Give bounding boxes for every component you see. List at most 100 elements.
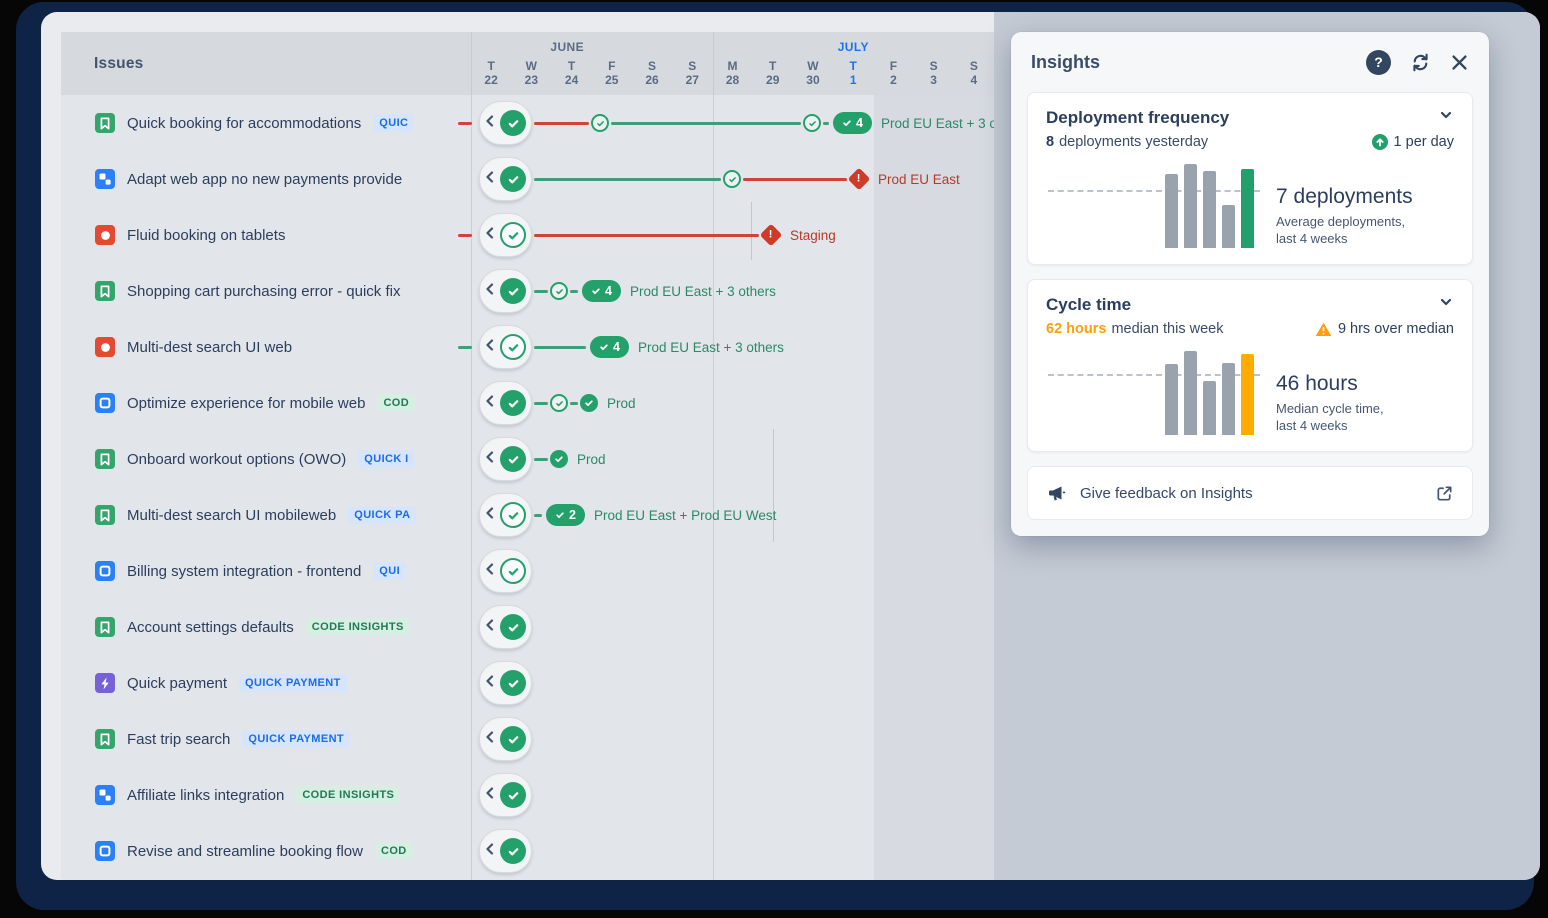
deployment-count-badge[interactable]: 4 [833,112,872,134]
card-title: Cycle time [1046,295,1438,315]
day-column: S26 [632,60,672,95]
issue-row[interactable]: Shopping cart purchasing error - quick f… [61,263,994,319]
issue-row[interactable]: Multi-dest search UI web 4Prod EU East +… [61,319,994,375]
check-circle-icon [500,838,526,864]
deployment-count-badge[interactable]: 2 [546,504,585,526]
check-circle-icon [500,670,526,696]
chart-bar [1203,171,1216,248]
issue-row[interactable]: Account settings defaults CODE INSIGHTS [61,599,994,655]
issue-row[interactable]: Onboard workout options (OWO) QUICK I Pr… [61,431,994,487]
issue-row[interactable]: Affiliate links integration CODE INSIGHT… [61,767,994,823]
issue-title: Affiliate links integration [127,787,284,804]
check-circle-icon [500,782,526,808]
warning-icon [1315,322,1332,337]
expand-pill-button[interactable] [479,549,532,593]
issue-row[interactable]: Adapt web app no new payments provide !P… [61,151,994,207]
failed-deployment-icon[interactable]: ! [848,168,871,191]
external-link-icon [1435,484,1454,503]
chevron-left-icon [485,674,494,692]
expand-pill-button[interactable] [479,101,532,145]
bar-segment [534,514,542,517]
chevron-down-icon[interactable] [1438,294,1454,315]
check-circle-icon [500,222,526,248]
issue-label-badge: CODE INSIGHTS [306,618,410,636]
mini-bar-chart [1046,351,1262,435]
help-icon[interactable]: ? [1366,50,1391,75]
bar-segment [570,402,578,405]
day-column: S27 [672,60,712,95]
screenshot-root: { "colors": { "green": "#22a06b", "red":… [0,0,1548,918]
insights-panel: Insights ? Deployment frequency [1011,32,1489,536]
trend-label: 1 per day [1394,134,1454,150]
check-circle-icon [500,614,526,640]
check-circle-icon [500,558,526,584]
story-icon [95,281,115,301]
app-window-frame: Issues JUNEJULY T22W23T24F25S26S27M28T29… [16,2,1534,910]
deployment-frequency-card: Deployment frequency 8 deployments yeste… [1027,92,1473,265]
issue-timeline-track [471,655,994,711]
expand-pill-button[interactable] [479,269,532,313]
task-icon [95,393,115,413]
expand-pill-button[interactable] [479,325,532,369]
cycle-time-card: Cycle time 62 hours median this week 9 h… [1027,279,1473,452]
expand-pill-button[interactable] [479,829,532,873]
issue-row[interactable]: Fluid booking on tablets !Staging [61,207,994,263]
day-column: T22 [471,60,511,95]
chevron-down-icon[interactable] [1438,107,1454,128]
chevron-left-icon [485,730,494,748]
issue-row[interactable]: Fast trip search QUICK PAYMENT [61,711,994,767]
expand-pill-button[interactable] [479,437,532,481]
expand-pill-button[interactable] [479,773,532,817]
app-content: Issues JUNEJULY T22W23T24F25S26S27M28T29… [41,12,1540,880]
give-feedback-button[interactable]: Give feedback on Insights [1027,466,1473,520]
issue-row[interactable]: Multi-dest search UI mobileweb QUICK PA … [61,487,994,543]
refresh-icon[interactable] [1410,52,1431,73]
megaphone-icon [1046,483,1066,503]
issue-title: Account settings defaults [127,619,294,636]
stat-text: deployments yesterday [1059,134,1208,150]
issue-row[interactable]: Optimize experience for mobile web COD P… [61,375,994,431]
check-circle-icon [500,726,526,752]
expand-pill-button[interactable] [479,661,532,705]
environment-label: Prod EU East + 3 others [881,116,994,131]
issue-timeline-track: 2Prod EU East + Prod EU West [471,487,994,543]
issue-title: Revise and streamline booking flow [127,843,363,860]
bar-segment [823,122,829,125]
deployed-check-icon [580,394,598,412]
expand-pill-button[interactable] [479,157,532,201]
subtask-icon [95,785,115,805]
expand-pill-button[interactable] [479,213,532,257]
expand-pill-button[interactable] [479,717,532,761]
milestone-check-icon [550,394,568,412]
expand-pill-button[interactable] [479,381,532,425]
issue-label-badge: COD [377,394,415,412]
expand-pill-button[interactable] [479,605,532,649]
chevron-left-icon [485,394,494,412]
issue-row[interactable]: Billing system integration - frontend QU… [61,543,994,599]
issue-title: Multi-dest search UI web [127,339,292,356]
chart-bar [1184,351,1197,435]
expand-pill-button[interactable] [479,493,532,537]
subtask-icon [95,169,115,189]
environment-label: Prod [577,452,606,467]
issue-row[interactable]: Revise and streamline booking flow COD [61,823,994,879]
issue-timeline-track: 4Prod EU East + 3 others [471,263,994,319]
failed-deployment-icon[interactable]: ! [760,224,783,247]
check-circle-icon [500,278,526,304]
chart-big-value: 7 deployments [1276,185,1454,209]
day-column: T29 [753,60,793,95]
epic-icon [95,673,115,693]
issue-title: Fluid booking on tablets [127,227,285,244]
deployment-count-badge[interactable]: 4 [590,336,629,358]
close-icon[interactable] [1450,53,1469,72]
check-circle-icon [500,334,526,360]
issue-row[interactable]: Quick payment QUICK PAYMENT [61,655,994,711]
issue-title: Quick booking for accommodations [127,115,361,132]
bar-segment [534,346,586,349]
issue-timeline-track: 4Prod EU East + 3 others [471,319,994,375]
issue-row[interactable]: Quick booking for accommodations QUIC 4P… [61,95,994,151]
bar-segment [743,178,847,181]
bug-icon [95,225,115,245]
story-icon [95,617,115,637]
deployment-count-badge[interactable]: 4 [582,280,621,302]
